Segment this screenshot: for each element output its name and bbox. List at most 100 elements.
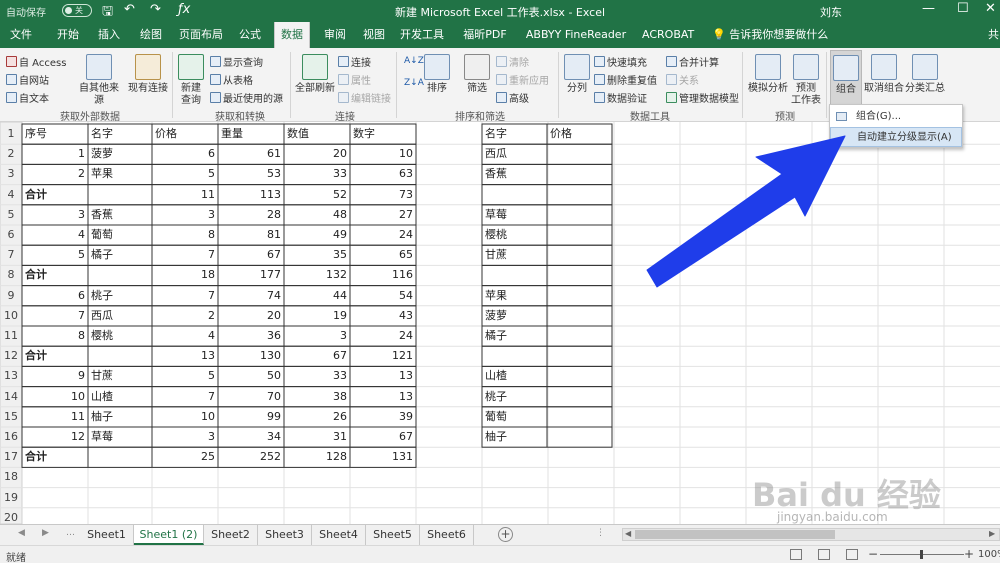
edit-links-button[interactable]: 编辑链接: [338, 90, 391, 105]
cell-c[interactable]: 2: [152, 306, 218, 326]
cell-b[interactable]: 甘蔗: [88, 366, 152, 386]
row-header[interactable]: 4: [0, 188, 22, 201]
page-layout-icon[interactable]: [818, 549, 830, 560]
cell-h[interactable]: 香蕉: [482, 164, 547, 184]
cell-a[interactable]: 合计: [22, 185, 88, 205]
cell-c[interactable]: 5: [152, 366, 218, 386]
cell-d[interactable]: 28: [218, 205, 284, 225]
cell-f[interactable]: 13: [350, 366, 416, 386]
cell-a[interactable]: 8: [22, 326, 88, 346]
cell-d[interactable]: 67: [218, 245, 284, 265]
ungroup-button[interactable]: 取消组合: [864, 54, 904, 95]
advanced-button[interactable]: 高级: [496, 90, 529, 105]
menu-item-auto-outline[interactable]: 自动建立分级显示(A): [830, 127, 962, 147]
tab-11[interactable]: ABBYY FineReader 12: [518, 22, 634, 67]
tab-split-icon[interactable]: ⋮: [596, 528, 605, 538]
sheet-tab[interactable]: Sheet5: [366, 525, 420, 545]
cell-b[interactable]: 菠萝: [88, 144, 152, 164]
cell-d[interactable]: 20: [218, 306, 284, 326]
cell-b[interactable]: 山楂: [88, 387, 152, 407]
row-header[interactable]: 8: [0, 268, 22, 281]
cell-f[interactable]: 13: [350, 387, 416, 407]
cell-f[interactable]: 39: [350, 407, 416, 427]
cell-a[interactable]: 6: [22, 286, 88, 306]
cell-f[interactable]: 121: [350, 346, 416, 366]
sort-asc-button[interactable]: A↓Z: [404, 56, 424, 66]
minimize-icon[interactable]: —: [922, 1, 935, 16]
row-header[interactable]: 3: [0, 167, 22, 180]
recent-sources-button[interactable]: 最近使用的源: [210, 90, 283, 105]
horizontal-scrollbar[interactable]: ◀ ▶: [622, 528, 1000, 541]
from-text-button[interactable]: 自文本: [6, 90, 49, 105]
zoom-slider-handle[interactable]: [920, 550, 923, 559]
tab-0[interactable]: 文件: [6, 22, 36, 48]
manage-data-model-button[interactable]: 管理数据模型: [666, 90, 739, 105]
cell-d[interactable]: 113: [218, 185, 284, 205]
cell-f[interactable]: 116: [350, 265, 416, 285]
row-header[interactable]: 14: [0, 390, 22, 403]
cell-e[interactable]: 128: [284, 447, 350, 467]
cell-h[interactable]: 名字: [482, 124, 547, 144]
page-break-icon[interactable]: [846, 549, 858, 560]
cell-e[interactable]: 48: [284, 205, 350, 225]
cell-c[interactable]: 10: [152, 407, 218, 427]
close-icon[interactable]: ✕: [985, 1, 996, 16]
cell-b[interactable]: 葡萄: [88, 225, 152, 245]
row-header[interactable]: 5: [0, 208, 22, 221]
row-header[interactable]: 12: [0, 349, 22, 362]
sheet-more-icon[interactable]: …: [66, 528, 75, 538]
cell-f[interactable]: 63: [350, 164, 416, 184]
row-header[interactable]: 1: [0, 127, 22, 140]
cell-b[interactable]: 草莓: [88, 427, 152, 447]
cell-a[interactable]: 合计: [22, 265, 88, 285]
row-header[interactable]: 17: [0, 450, 22, 463]
row-header[interactable]: 2: [0, 147, 22, 160]
scroll-left-icon[interactable]: ◀: [625, 529, 631, 538]
cell-d[interactable]: 70: [218, 387, 284, 407]
cell-e[interactable]: 52: [284, 185, 350, 205]
menu-item-group[interactable]: 组合(G)...: [830, 107, 962, 127]
cell-d[interactable]: 重量: [218, 124, 284, 144]
cell-h[interactable]: 葡萄: [482, 407, 547, 427]
cell-a[interactable]: 11: [22, 407, 88, 427]
cell-a[interactable]: 4: [22, 225, 88, 245]
row-header[interactable]: 15: [0, 410, 22, 423]
cell-e[interactable]: 数值: [284, 124, 350, 144]
cell-f[interactable]: 67: [350, 427, 416, 447]
cell-f[interactable]: 54: [350, 286, 416, 306]
cell-e[interactable]: 67: [284, 346, 350, 366]
cell-c[interactable]: 3: [152, 427, 218, 447]
cell-d[interactable]: 34: [218, 427, 284, 447]
filter-button[interactable]: 筛选: [462, 54, 492, 95]
cell-c[interactable]: 7: [152, 387, 218, 407]
cell-e[interactable]: 35: [284, 245, 350, 265]
user-name[interactable]: 刘东: [820, 4, 842, 20]
other-sources-button[interactable]: 自其他来源: [76, 54, 122, 107]
row-header[interactable]: 11: [0, 329, 22, 342]
cell-c[interactable]: 3: [152, 205, 218, 225]
zoom-out-icon[interactable]: −: [868, 547, 878, 561]
restore-icon[interactable]: ☐: [957, 1, 969, 16]
cell-f[interactable]: 65: [350, 245, 416, 265]
cell-f[interactable]: 10: [350, 144, 416, 164]
cell-f[interactable]: 24: [350, 326, 416, 346]
new-query-button[interactable]: 新建 查询: [174, 54, 208, 107]
forecast-sheet-button[interactable]: 预测 工作表: [790, 54, 822, 107]
data-validation-button[interactable]: 数据验证: [594, 90, 647, 105]
sheet-next-icon[interactable]: ▶: [42, 528, 49, 538]
tab-9[interactable]: 开发工具: [396, 22, 448, 48]
row-header[interactable]: 20: [0, 511, 22, 524]
cell-c[interactable]: 价格: [152, 124, 218, 144]
tab-12[interactable]: ACROBAT: [642, 22, 694, 48]
tab-1[interactable]: 开始: [50, 22, 86, 48]
cell-c[interactable]: 13: [152, 346, 218, 366]
cell-f[interactable]: 131: [350, 447, 416, 467]
from-table-button[interactable]: 从表格: [210, 72, 253, 87]
reapply-button[interactable]: 重新应用: [496, 72, 549, 87]
cell-c[interactable]: 8: [152, 225, 218, 245]
cell-a[interactable]: 10: [22, 387, 88, 407]
properties-button[interactable]: 属性: [338, 72, 371, 87]
zoom-in-icon[interactable]: +: [964, 547, 974, 561]
tab-5[interactable]: 公式: [234, 22, 266, 48]
cell-h[interactable]: 樱桃: [482, 225, 547, 245]
